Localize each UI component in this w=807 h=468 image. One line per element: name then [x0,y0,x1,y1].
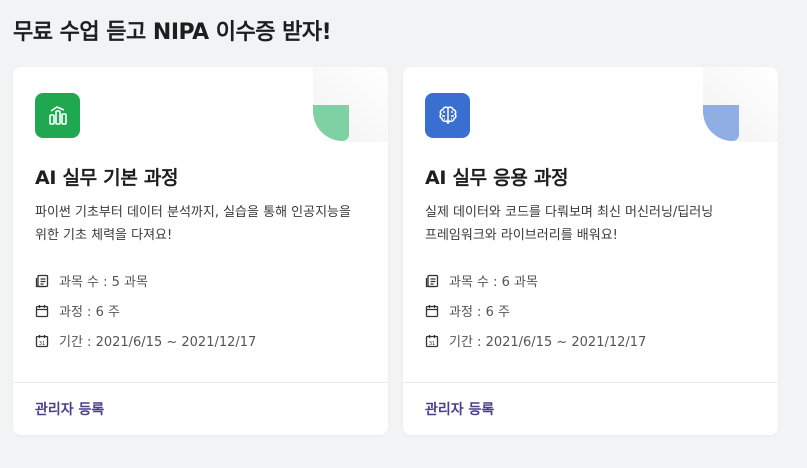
course-duration-row: 과정 : 6 주 [425,301,510,320]
course-period: 기간 : 2021/6/15 ~ 2021/12/17 [449,335,647,350]
calendar-icon [35,304,49,317]
course-description-line: 실제 데이터와 코드를 다뤄보며 최신 머신러닝/딥러닝 [425,205,714,220]
course-count-row: 과목 수 : 5 과목 [35,271,148,290]
course-title: AI 실무 응용 과정 [425,167,569,189]
page-title: 무료 수업 듣고 NIPA 이수증 받자! [13,20,332,45]
svg-text:31: 31 [429,341,435,347]
course-duration: 과정 : 6 주 [59,305,120,320]
corner-accent [703,105,739,141]
course-description: 실제 데이터와 코드를 다뤄보며 최신 머신러닝/딥러닝 프레임워크와 라이브러… [425,201,765,247]
brain-icon [438,105,457,124]
course-description-line: 위한 기초 체력을 다져요! [35,228,173,243]
list-icon [425,274,439,287]
list-icon [35,274,49,287]
admin-register-link[interactable]: 관리자 등록 [425,399,494,419]
calendar-date-icon: 31 [35,334,49,347]
svg-text:31: 31 [39,341,45,347]
corner-accent [313,105,349,141]
course-period-row: 31 기간 : 2021/6/15 ~ 2021/12/17 [425,331,646,350]
course-description: 파이썬 기초부터 데이터 분석까지, 실습을 통해 인공지능을 위한 기초 체력… [35,201,375,247]
course-period: 기간 : 2021/6/15 ~ 2021/12/17 [59,335,257,350]
bar-chart-icon [48,105,67,125]
course-icon-tile [35,93,80,138]
course-title: AI 실무 기본 과정 [35,167,179,189]
course-icon-tile [425,93,470,138]
course-period-row: 31 기간 : 2021/6/15 ~ 2021/12/17 [35,331,256,350]
course-duration-row: 과정 : 6 주 [35,301,120,320]
admin-register-link[interactable]: 관리자 등록 [35,399,104,419]
calendar-icon [425,304,439,317]
card-divider [13,382,388,383]
course-duration: 과정 : 6 주 [449,305,510,320]
calendar-date-icon: 31 [425,334,439,347]
course-description-line: 파이썬 기초부터 데이터 분석까지, 실습을 통해 인공지능을 [35,205,351,220]
course-card-applied[interactable]: AI 실무 응용 과정 실제 데이터와 코드를 다뤄보며 최신 머신러닝/딥러닝… [403,67,778,435]
course-description-line: 프레임워크와 라이브러리를 배워요! [425,228,618,243]
course-count-row: 과목 수 : 6 과목 [425,271,538,290]
card-divider [403,382,778,383]
course-card-basic[interactable]: AI 실무 기본 과정 파이썬 기초부터 데이터 분석까지, 실습을 통해 인공… [13,67,388,435]
course-count: 과목 수 : 6 과목 [449,275,538,290]
course-count: 과목 수 : 5 과목 [59,275,148,290]
